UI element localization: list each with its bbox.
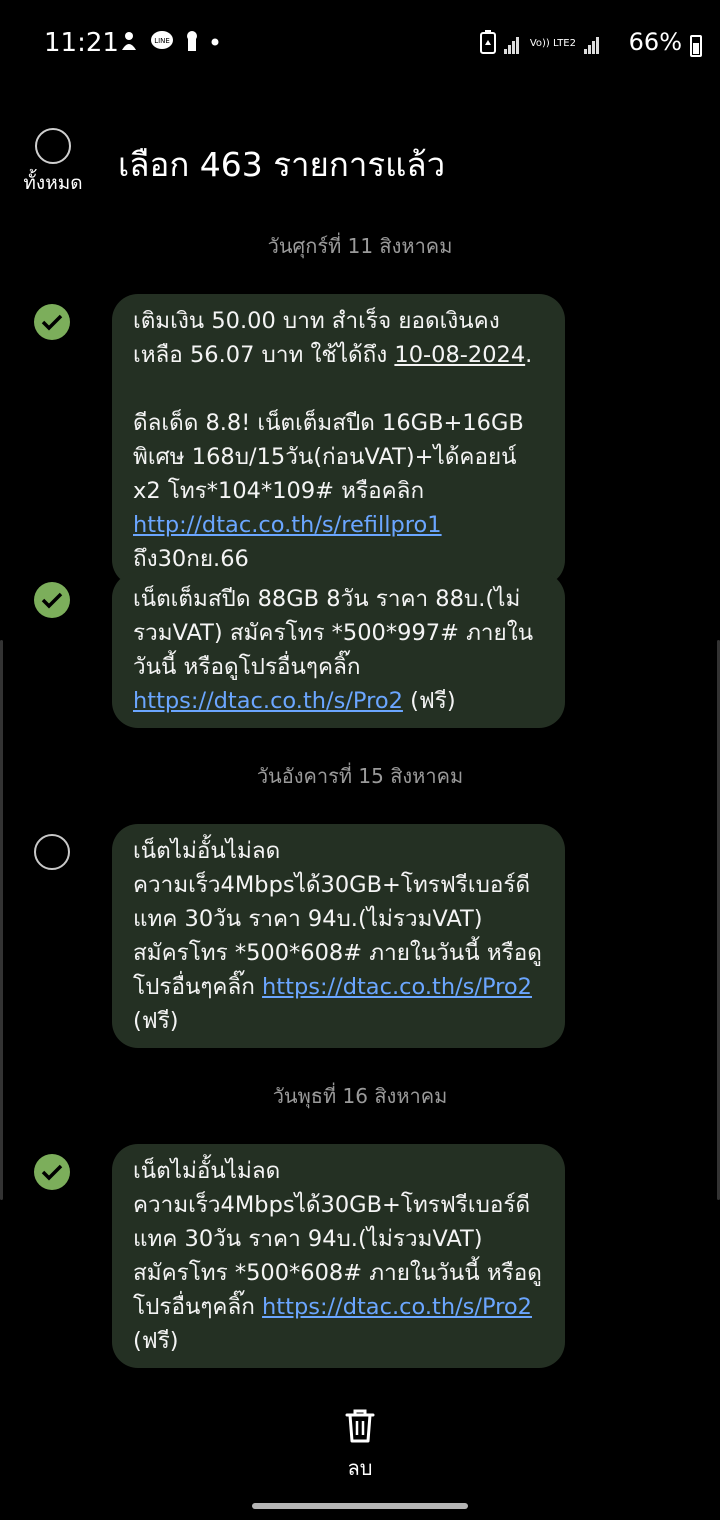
notification-icon bbox=[118, 30, 140, 56]
message-link[interactable]: https://dtac.co.th/s/Pro2 bbox=[262, 974, 532, 1000]
message-link[interactable]: https://dtac.co.th/s/Pro2 bbox=[262, 1294, 532, 1320]
battery-percent: 66% bbox=[628, 28, 682, 56]
message-text: เน็ตเต็มสปีด 88GB 8วัน ราคา 88บ.(ไม่รวมV… bbox=[133, 586, 534, 680]
message-link[interactable]: http://dtac.co.th/s/refillpro1 bbox=[133, 512, 442, 538]
trash-icon bbox=[344, 1409, 376, 1448]
status-time: 11:21 bbox=[44, 28, 119, 58]
date-separator: วันศุกร์ที่ 11 สิงหาคม bbox=[267, 234, 453, 258]
battery-saver-icon bbox=[479, 30, 496, 58]
selection-count-title: เลือก 463 รายการแล้ว bbox=[118, 145, 446, 184]
selected-check-icon[interactable] bbox=[34, 1154, 70, 1190]
delete-button[interactable]: ลบ bbox=[320, 1408, 400, 1484]
system-icons: Vo)) LTE2 bbox=[479, 30, 602, 58]
select-all-label: ทั้งหมด bbox=[23, 172, 83, 194]
select-all-toggle[interactable]: ทั้งหมด bbox=[18, 128, 88, 198]
delete-label: ลบ bbox=[347, 1456, 373, 1480]
line-app-icon: LINE bbox=[150, 30, 174, 56]
keyhole-icon bbox=[184, 30, 200, 56]
signal-icon bbox=[503, 35, 522, 54]
message-bubble[interactable]: เน็ตเต็มสปีด 88GB 8วัน ราคา 88บ.(ไม่รวมV… bbox=[112, 572, 565, 728]
status-bar: 11:21 LINE Vo)) LTE2 66% bbox=[0, 0, 720, 90]
message-bubble[interactable]: เน็ตไม่อั้นไม่ลด ความเร็ว4Mbpsได้30GB+โท… bbox=[112, 824, 565, 1048]
home-indicator[interactable] bbox=[252, 1503, 468, 1509]
battery-icon bbox=[690, 35, 702, 57]
select-all-radio[interactable] bbox=[35, 128, 71, 164]
dot-icon bbox=[210, 30, 220, 56]
message-text: (ฟรี) bbox=[402, 688, 456, 714]
date-separator: วันพุธที่ 16 สิงหาคม bbox=[272, 1084, 448, 1108]
selected-check-icon[interactable] bbox=[34, 304, 70, 340]
message-date-link[interactable]: 10-08-2024 bbox=[394, 342, 525, 368]
date-separator: วันอังคารที่ 15 สิงหาคม bbox=[256, 764, 464, 788]
signal-icon bbox=[584, 35, 602, 54]
message-bubble[interactable]: เน็ตไม่อั้นไม่ลด ความเร็ว4Mbpsได้30GB+โท… bbox=[112, 1144, 565, 1368]
notification-icons: LINE bbox=[118, 30, 220, 56]
left-edge-indicator bbox=[0, 640, 3, 1200]
message-link[interactable]: https://dtac.co.th/s/Pro2 bbox=[133, 688, 403, 714]
svg-text:LINE: LINE bbox=[154, 37, 170, 45]
selected-check-icon[interactable] bbox=[34, 582, 70, 618]
unselected-radio-icon[interactable] bbox=[34, 834, 70, 870]
network-type: Vo)) LTE2 bbox=[529, 38, 576, 49]
message-bubble[interactable]: เติมเงิน 50.00 บาท สำเร็จ ยอดเงินคงเหลือ… bbox=[112, 294, 565, 586]
